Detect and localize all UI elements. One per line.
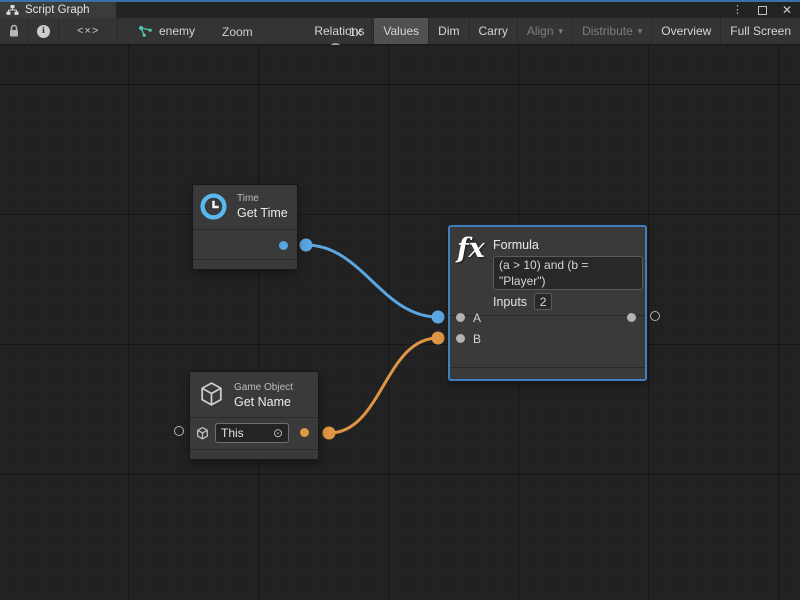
- chevron-down-icon: ▾: [638, 26, 643, 37]
- sitemap-icon: [6, 5, 19, 16]
- titlebar[interactable]: Script Graph ⋮ ✕: [0, 2, 800, 18]
- divider: [190, 417, 318, 418]
- script-graph-window: Script Graph ⋮ ✕ i <×>: [0, 0, 800, 600]
- lock-icon: [8, 24, 20, 38]
- node-footer: [193, 260, 297, 270]
- inputs-count-field[interactable]: 2: [534, 293, 552, 310]
- wire-get-name-to-formula-b: [329, 338, 438, 433]
- formula-output-ring[interactable]: [650, 311, 660, 321]
- carry-button[interactable]: Carry: [470, 18, 518, 44]
- node-category: Time: [237, 193, 259, 204]
- maximize-icon[interactable]: [758, 6, 767, 15]
- cube-icon: [195, 426, 210, 441]
- node-get-time[interactable]: Time Get Time: [192, 184, 298, 270]
- output-port-name[interactable]: [300, 428, 309, 437]
- divider: [193, 229, 297, 230]
- tab-title: Script Graph: [25, 4, 90, 16]
- window-menu-icon[interactable]: ⋮: [732, 5, 743, 16]
- output-port-value[interactable]: [279, 241, 288, 250]
- target-object-field[interactable]: This ⊙: [215, 423, 289, 443]
- target-object-value: This: [221, 426, 244, 440]
- node-footer: [190, 450, 318, 460]
- get-name-input-ring[interactable]: [174, 426, 184, 436]
- overview-button[interactable]: Overview: [652, 18, 721, 44]
- node-category: Game Object: [234, 382, 293, 393]
- align-button[interactable]: Align ▾: [518, 18, 573, 44]
- port-a-label: A: [473, 311, 481, 325]
- graph-canvas[interactable]: Time Get Time fx Formula (a > 10) and (b…: [0, 45, 800, 600]
- toolbar: i <×> enemy Zoom 1x Relations V: [0, 18, 800, 45]
- distribute-button[interactable]: Distribute ▾: [573, 18, 652, 44]
- dim-button[interactable]: Dim: [429, 18, 469, 44]
- wire-get-time-to-formula-a: [306, 245, 438, 317]
- code-icon: <×>: [77, 25, 99, 37]
- node-formula[interactable]: fx Formula (a > 10) and (b = "Player") I…: [449, 226, 646, 380]
- inputs-label: Inputs: [493, 295, 527, 309]
- node-title: Get Time: [237, 206, 288, 220]
- node-title: Formula: [493, 238, 539, 252]
- graph-icon: [138, 25, 153, 38]
- chevron-down-icon: ▾: [559, 26, 564, 37]
- zoom-label: Zoom: [222, 25, 253, 39]
- info-icon: i: [37, 25, 50, 38]
- graph-name-label: enemy: [159, 24, 195, 38]
- close-icon[interactable]: ✕: [782, 4, 792, 16]
- input-port-a[interactable]: [456, 313, 465, 322]
- full-screen-button[interactable]: Full Screen: [721, 18, 800, 44]
- node-title: Get Name: [234, 395, 291, 409]
- node-footer: [450, 368, 645, 380]
- clock-icon: [199, 192, 228, 221]
- graph-reference[interactable]: enemy: [138, 18, 195, 44]
- port-b-label: B: [473, 332, 481, 346]
- values-button[interactable]: Values: [374, 18, 429, 44]
- output-port-result[interactable]: [627, 313, 636, 322]
- cube-icon: [197, 380, 226, 409]
- tab-script-graph[interactable]: Script Graph: [0, 2, 116, 18]
- input-port-b[interactable]: [456, 334, 465, 343]
- formula-expression-input[interactable]: (a > 10) and (b = "Player"): [493, 256, 643, 290]
- object-picker-icon[interactable]: ⊙: [273, 427, 283, 439]
- code-view-button[interactable]: <×>: [59, 18, 118, 44]
- formula-fx-icon: fx: [457, 233, 485, 264]
- info-button[interactable]: i: [29, 18, 59, 44]
- connection-wires: [0, 45, 800, 600]
- relations-button[interactable]: Relations: [305, 18, 374, 44]
- lock-button[interactable]: [0, 18, 29, 44]
- node-get-name[interactable]: Game Object Get Name This ⊙: [189, 371, 319, 460]
